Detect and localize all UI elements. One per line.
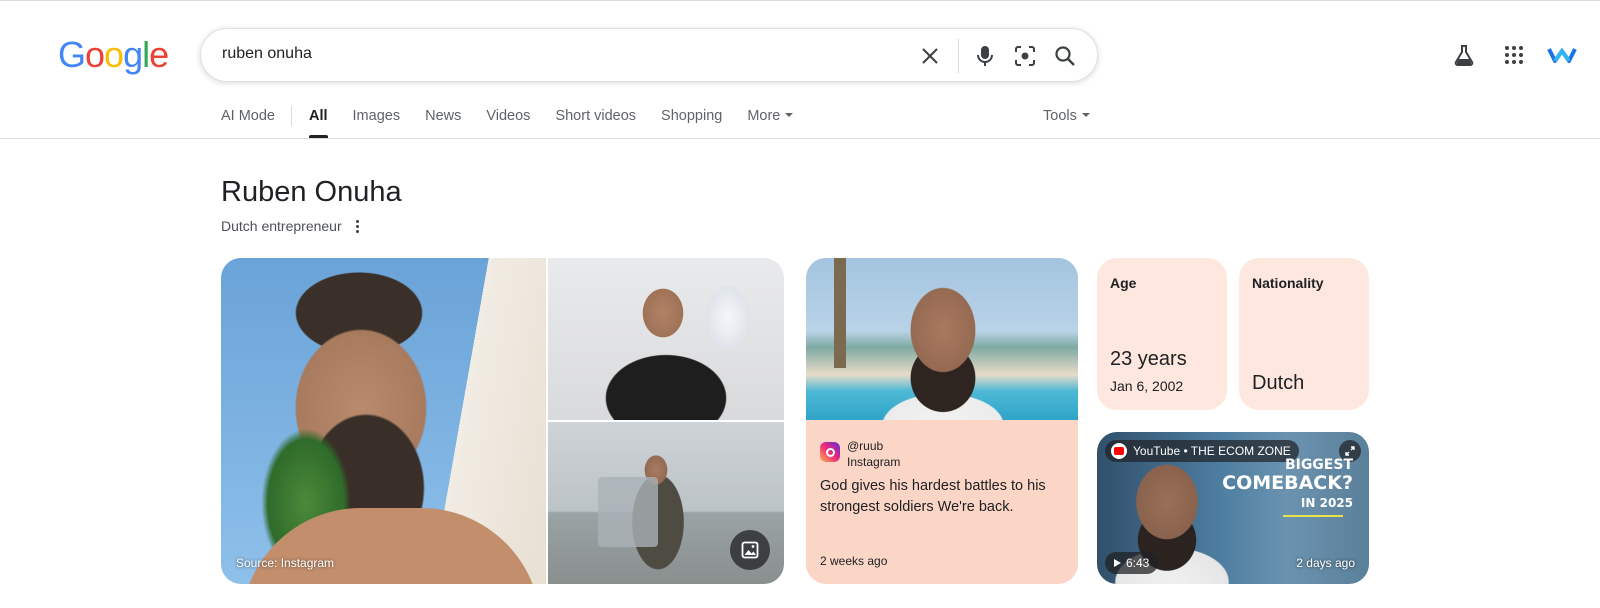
- top-border: [0, 0, 1600, 1]
- video-title-line: BIGGEST: [1284, 457, 1353, 473]
- logo-letter: g: [123, 34, 143, 75]
- google-logo[interactable]: Google: [58, 34, 169, 76]
- tab-short-videos[interactable]: Short videos: [555, 106, 636, 138]
- fact-label: Age: [1110, 275, 1137, 291]
- tab-more-label: More: [747, 108, 781, 124]
- instagram-icon: [820, 442, 840, 462]
- instagram-post-header: @ruub Instagram: [820, 438, 900, 470]
- image-source-label: Source: Instagram: [236, 556, 335, 570]
- tab-all[interactable]: All: [309, 106, 328, 138]
- entity-image-jet[interactable]: [548, 258, 784, 420]
- tab-news[interactable]: News: [425, 106, 461, 138]
- more-images-button[interactable]: [730, 530, 770, 570]
- video-duration-badge: 6:43: [1105, 552, 1159, 574]
- youtube-video-card[interactable]: YouTube • THE ECOM ZONE BIGGEST COMEBACK…: [1097, 432, 1369, 584]
- image-background-building: [598, 477, 658, 547]
- video-thumbnail-title: BIGGEST COMEBACK? IN 2025: [1213, 458, 1353, 517]
- tab-separator: [291, 106, 292, 126]
- video-duration: 6:43: [1126, 556, 1150, 570]
- instagram-handle: @ruub: [847, 439, 884, 453]
- logo-letter: o: [104, 34, 124, 75]
- fact-card-age[interactable]: Age 23 years Jan 6, 2002: [1097, 258, 1227, 410]
- search-tabs: AI Mode All Images News Videos Short vid…: [221, 106, 818, 138]
- search-divider: [958, 39, 959, 73]
- search-box[interactable]: ruben onuha: [200, 28, 1098, 82]
- logo-letter: o: [85, 34, 105, 75]
- youtube-icon: [1111, 443, 1127, 459]
- fact-value: Dutch: [1252, 372, 1305, 394]
- entity-subtitle-row: Dutch entrepreneur: [221, 218, 359, 234]
- instagram-caption: God gives his hardest battles to his str…: [820, 478, 1046, 515]
- account-avatar-icon[interactable]: [1545, 41, 1579, 69]
- chevron-down-icon: [1081, 113, 1090, 118]
- logo-letter: e: [149, 34, 169, 75]
- entity-main-image[interactable]: Source: Instagram: [221, 258, 546, 584]
- entity-subtitle: Dutch entrepreneur: [221, 218, 342, 234]
- more-options-icon[interactable]: [355, 219, 359, 233]
- search-icon[interactable]: [1051, 42, 1079, 70]
- video-title-line: COMEBACK?: [1222, 472, 1353, 494]
- instagram-post-image: [806, 258, 1078, 420]
- tab-more[interactable]: More: [747, 106, 794, 138]
- tabs-divider: [0, 138, 1600, 139]
- clear-icon[interactable]: [916, 42, 944, 70]
- play-icon: [1114, 559, 1121, 567]
- chevron-down-icon: [785, 113, 794, 118]
- apps-grid-icon[interactable]: [1500, 41, 1528, 69]
- tab-images[interactable]: Images: [353, 106, 401, 138]
- fact-value: 23 years: [1110, 348, 1187, 370]
- instagram-post-time: 2 weeks ago: [820, 554, 888, 568]
- palm-decoration: [834, 258, 846, 368]
- mic-icon[interactable]: [971, 42, 999, 70]
- instagram-post-card[interactable]: @ruub Instagram God gives his hardest ba…: [806, 258, 1078, 584]
- lens-icon[interactable]: [1011, 42, 1039, 70]
- video-title-line: IN 2025: [1300, 496, 1353, 510]
- video-source: YouTube • THE ECOM ZONE: [1133, 444, 1291, 458]
- fact-card-nationality[interactable]: Nationality Dutch: [1239, 258, 1369, 410]
- instagram-platform: Instagram: [847, 455, 901, 469]
- search-input[interactable]: ruben onuha: [222, 45, 312, 63]
- video-age: 2 days ago: [1296, 556, 1355, 570]
- logo-letter: l: [142, 34, 150, 75]
- entity-title: Ruben Onuha: [221, 176, 402, 208]
- tab-videos[interactable]: Videos: [486, 106, 530, 138]
- tab-ai-mode[interactable]: AI Mode: [221, 106, 275, 138]
- labs-flask-icon[interactable]: [1450, 41, 1478, 69]
- fact-label: Nationality: [1252, 275, 1324, 291]
- logo-letter: G: [58, 34, 86, 75]
- tab-shopping[interactable]: Shopping: [661, 106, 722, 138]
- title-underline: [1283, 515, 1343, 517]
- image-gallery-icon: [741, 541, 759, 559]
- tools-label: Tools: [1043, 108, 1077, 124]
- fact-detail: Jan 6, 2002: [1110, 378, 1184, 394]
- entity-image-waterfront[interactable]: [548, 422, 784, 584]
- tools-button[interactable]: Tools: [1043, 106, 1090, 126]
